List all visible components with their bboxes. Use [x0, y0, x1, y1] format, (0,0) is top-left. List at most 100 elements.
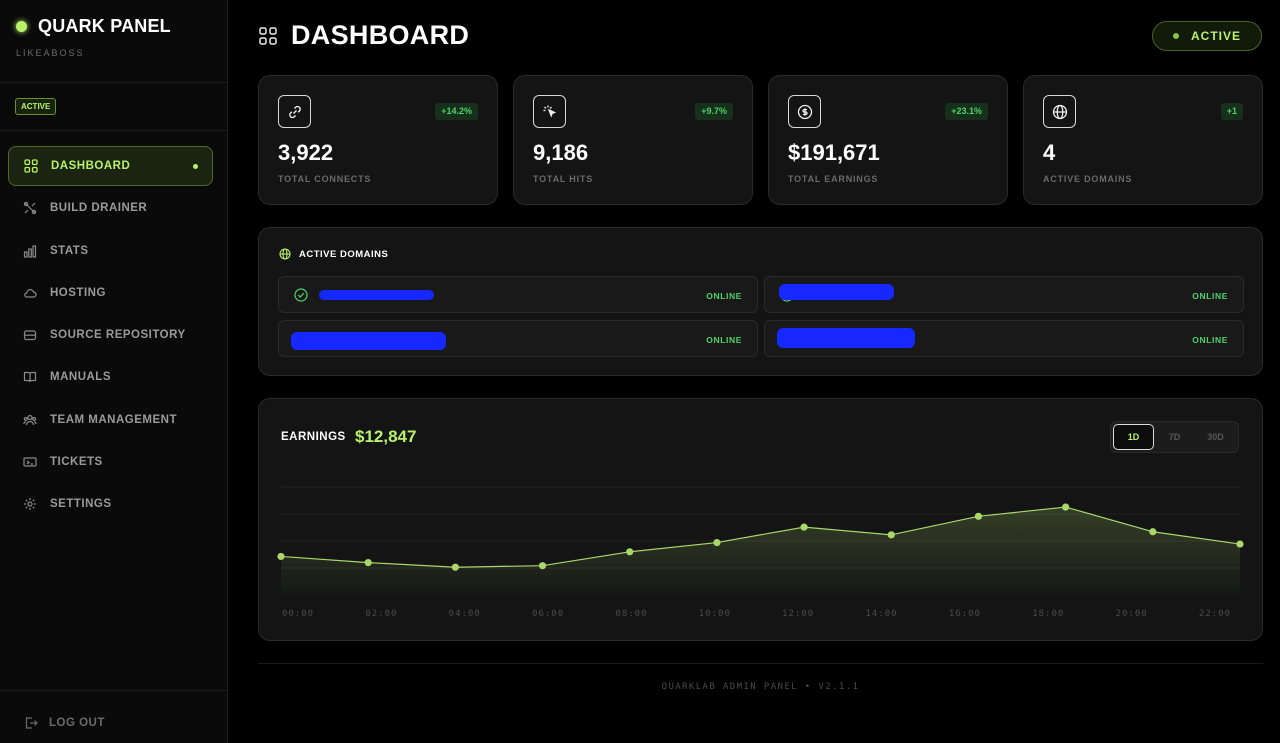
- delta-badge: +1: [1220, 103, 1243, 120]
- data-point: [277, 552, 285, 561]
- sidebar-item-manuals[interactable]: MANUALS: [8, 357, 213, 397]
- x-tick-label: 22:00: [1199, 609, 1231, 619]
- book-icon: [23, 370, 37, 384]
- domain-row[interactable]: ONLINE: [764, 276, 1244, 313]
- ticket-icon: [23, 455, 37, 469]
- redacted-domain-name: [779, 284, 894, 300]
- x-tick-label: 14:00: [865, 609, 897, 619]
- sidebar-item-label: DASHBOARD: [51, 160, 131, 172]
- logout-icon: [24, 716, 38, 730]
- globe-icon: [1043, 95, 1076, 128]
- logout-button[interactable]: LOG OUT: [24, 716, 105, 730]
- x-tick-label: 00:00: [282, 609, 314, 619]
- divider: [0, 130, 228, 131]
- link-icon: [278, 95, 311, 128]
- sidebar-item-tickets[interactable]: TICKETS: [8, 442, 213, 482]
- sidebar-item-label: HOSTING: [50, 286, 106, 299]
- active-indicator-dot: [193, 164, 198, 169]
- data-point: [538, 562, 547, 570]
- brand-title: QUARK PANEL: [38, 16, 171, 36]
- sidebar-item-label: TEAM MANAGEMENT: [50, 413, 177, 426]
- brand-subtitle: LIKEABOSS: [16, 48, 85, 58]
- sidebar-item-build-drainer[interactable]: BUILD DRAINER: [8, 188, 213, 228]
- domain-status: ONLINE: [706, 291, 742, 301]
- status-badge: ACTIVE: [15, 98, 57, 115]
- stat-value: 4: [1043, 140, 1056, 165]
- data-point: [1062, 503, 1070, 511]
- cloud-icon: [23, 286, 37, 300]
- stat-value: $191,671: [788, 140, 880, 165]
- sidebar-item-source-repository[interactable]: SOURCE REPOSITORY: [8, 315, 213, 355]
- brand: QUARK PANEL: [16, 16, 171, 37]
- x-tick-label: 02:00: [365, 609, 397, 619]
- sidebar-item-label: TICKETS: [50, 456, 103, 469]
- logout-label: LOG OUT: [49, 717, 105, 729]
- divider: [0, 82, 228, 83]
- x-tick-label: 04:00: [449, 609, 481, 619]
- sidebar-item-label: SETTINGS: [50, 498, 112, 511]
- x-tick-label: 06:00: [532, 609, 564, 619]
- bar-chart-icon: [23, 244, 37, 258]
- x-tick-label: 08:00: [615, 609, 647, 619]
- earnings-panel: EARNINGS $12,847 1D 7D 30D 00:00 02:00 04:…: [258, 398, 1263, 641]
- redacted-domain-name: [291, 332, 446, 350]
- panel-header: ACTIVE DOMAINS: [279, 248, 388, 260]
- users-icon: [23, 413, 37, 427]
- sidebar-item-label: BUILD DRAINER: [50, 202, 148, 215]
- data-point: [800, 523, 808, 531]
- data-point: [364, 559, 372, 567]
- gear-icon: [23, 497, 37, 511]
- stat-value: 9,186: [533, 140, 589, 165]
- data-point: [1236, 540, 1244, 548]
- sidebar-item-settings[interactable]: SETTINGS: [8, 484, 213, 524]
- x-tick-label: 10:00: [699, 609, 731, 619]
- x-tick-label: 20:00: [1116, 609, 1148, 619]
- redacted-domain-name: [319, 290, 434, 300]
- active-status-button[interactable]: ACTIVE: [1152, 21, 1262, 51]
- cursor-click-icon: [533, 95, 566, 128]
- x-tick-label: 12:00: [782, 609, 814, 619]
- divider: [258, 663, 1263, 664]
- grid-icon: [24, 159, 38, 173]
- data-point: [974, 512, 983, 520]
- sidebar-item-stats[interactable]: STATS: [8, 231, 213, 271]
- footer-version: QUARKLAB ADMIN PANEL • V2.1.1: [661, 682, 860, 692]
- status-dot: [1172, 33, 1179, 39]
- domain-status: ONLINE: [1192, 335, 1228, 345]
- delta-badge: +23.1%: [945, 103, 988, 120]
- sidebar-item-team-management[interactable]: TEAM MANAGEMENT: [8, 400, 213, 440]
- data-point: [713, 538, 721, 547]
- domain-row[interactable]: ONLINE: [278, 320, 758, 357]
- stat-card-earnings: +23.1% $191,671 TOTAL EARNINGS: [768, 75, 1008, 205]
- domain-row[interactable]: ONLINE: [764, 320, 1244, 357]
- x-tick-label: 18:00: [1032, 609, 1064, 619]
- stat-card-hits: +9.7% 9,186 TOTAL HITS: [513, 75, 753, 205]
- check-circle-icon: [294, 288, 308, 302]
- data-point: [451, 563, 459, 571]
- sidebar-item-hosting[interactable]: HOSTING: [8, 273, 213, 313]
- status-label: ACTIVE: [1190, 29, 1241, 43]
- area-fill: [281, 507, 1240, 595]
- sidebar-item-dashboard[interactable]: DASHBOARD: [8, 146, 213, 186]
- data-point: [1149, 528, 1157, 536]
- stat-card-domains: +1 4 ACTIVE DOMAINS: [1023, 75, 1263, 205]
- stat-label: ACTIVE DOMAINS: [1043, 174, 1133, 184]
- stat-label: TOTAL HITS: [533, 174, 594, 184]
- divider: [0, 690, 228, 691]
- page-title: DASHBOARD: [291, 20, 470, 50]
- stat-label: TOTAL EARNINGS: [788, 174, 879, 184]
- data-point: [626, 548, 634, 556]
- sidebar-nav: DASHBOARD BUILD DRAINER STATS HOSTING SO…: [8, 146, 213, 527]
- stat-card-connects: +14.2% 3,922 TOTAL CONNECTS: [258, 75, 498, 205]
- database-icon: [23, 328, 37, 342]
- tools-icon: [23, 201, 37, 215]
- stat-label: TOTAL CONNECTS: [278, 174, 372, 184]
- dollar-icon: [788, 95, 821, 128]
- domain-row[interactable]: ONLINE: [278, 276, 758, 313]
- x-tick-label: 16:00: [949, 609, 981, 619]
- sidebar-item-label: STATS: [50, 244, 89, 257]
- brand-status-dot: [16, 21, 27, 32]
- panel-title: ACTIVE DOMAINS: [299, 248, 389, 260]
- data-point: [887, 531, 895, 539]
- delta-badge: +14.2%: [435, 103, 478, 120]
